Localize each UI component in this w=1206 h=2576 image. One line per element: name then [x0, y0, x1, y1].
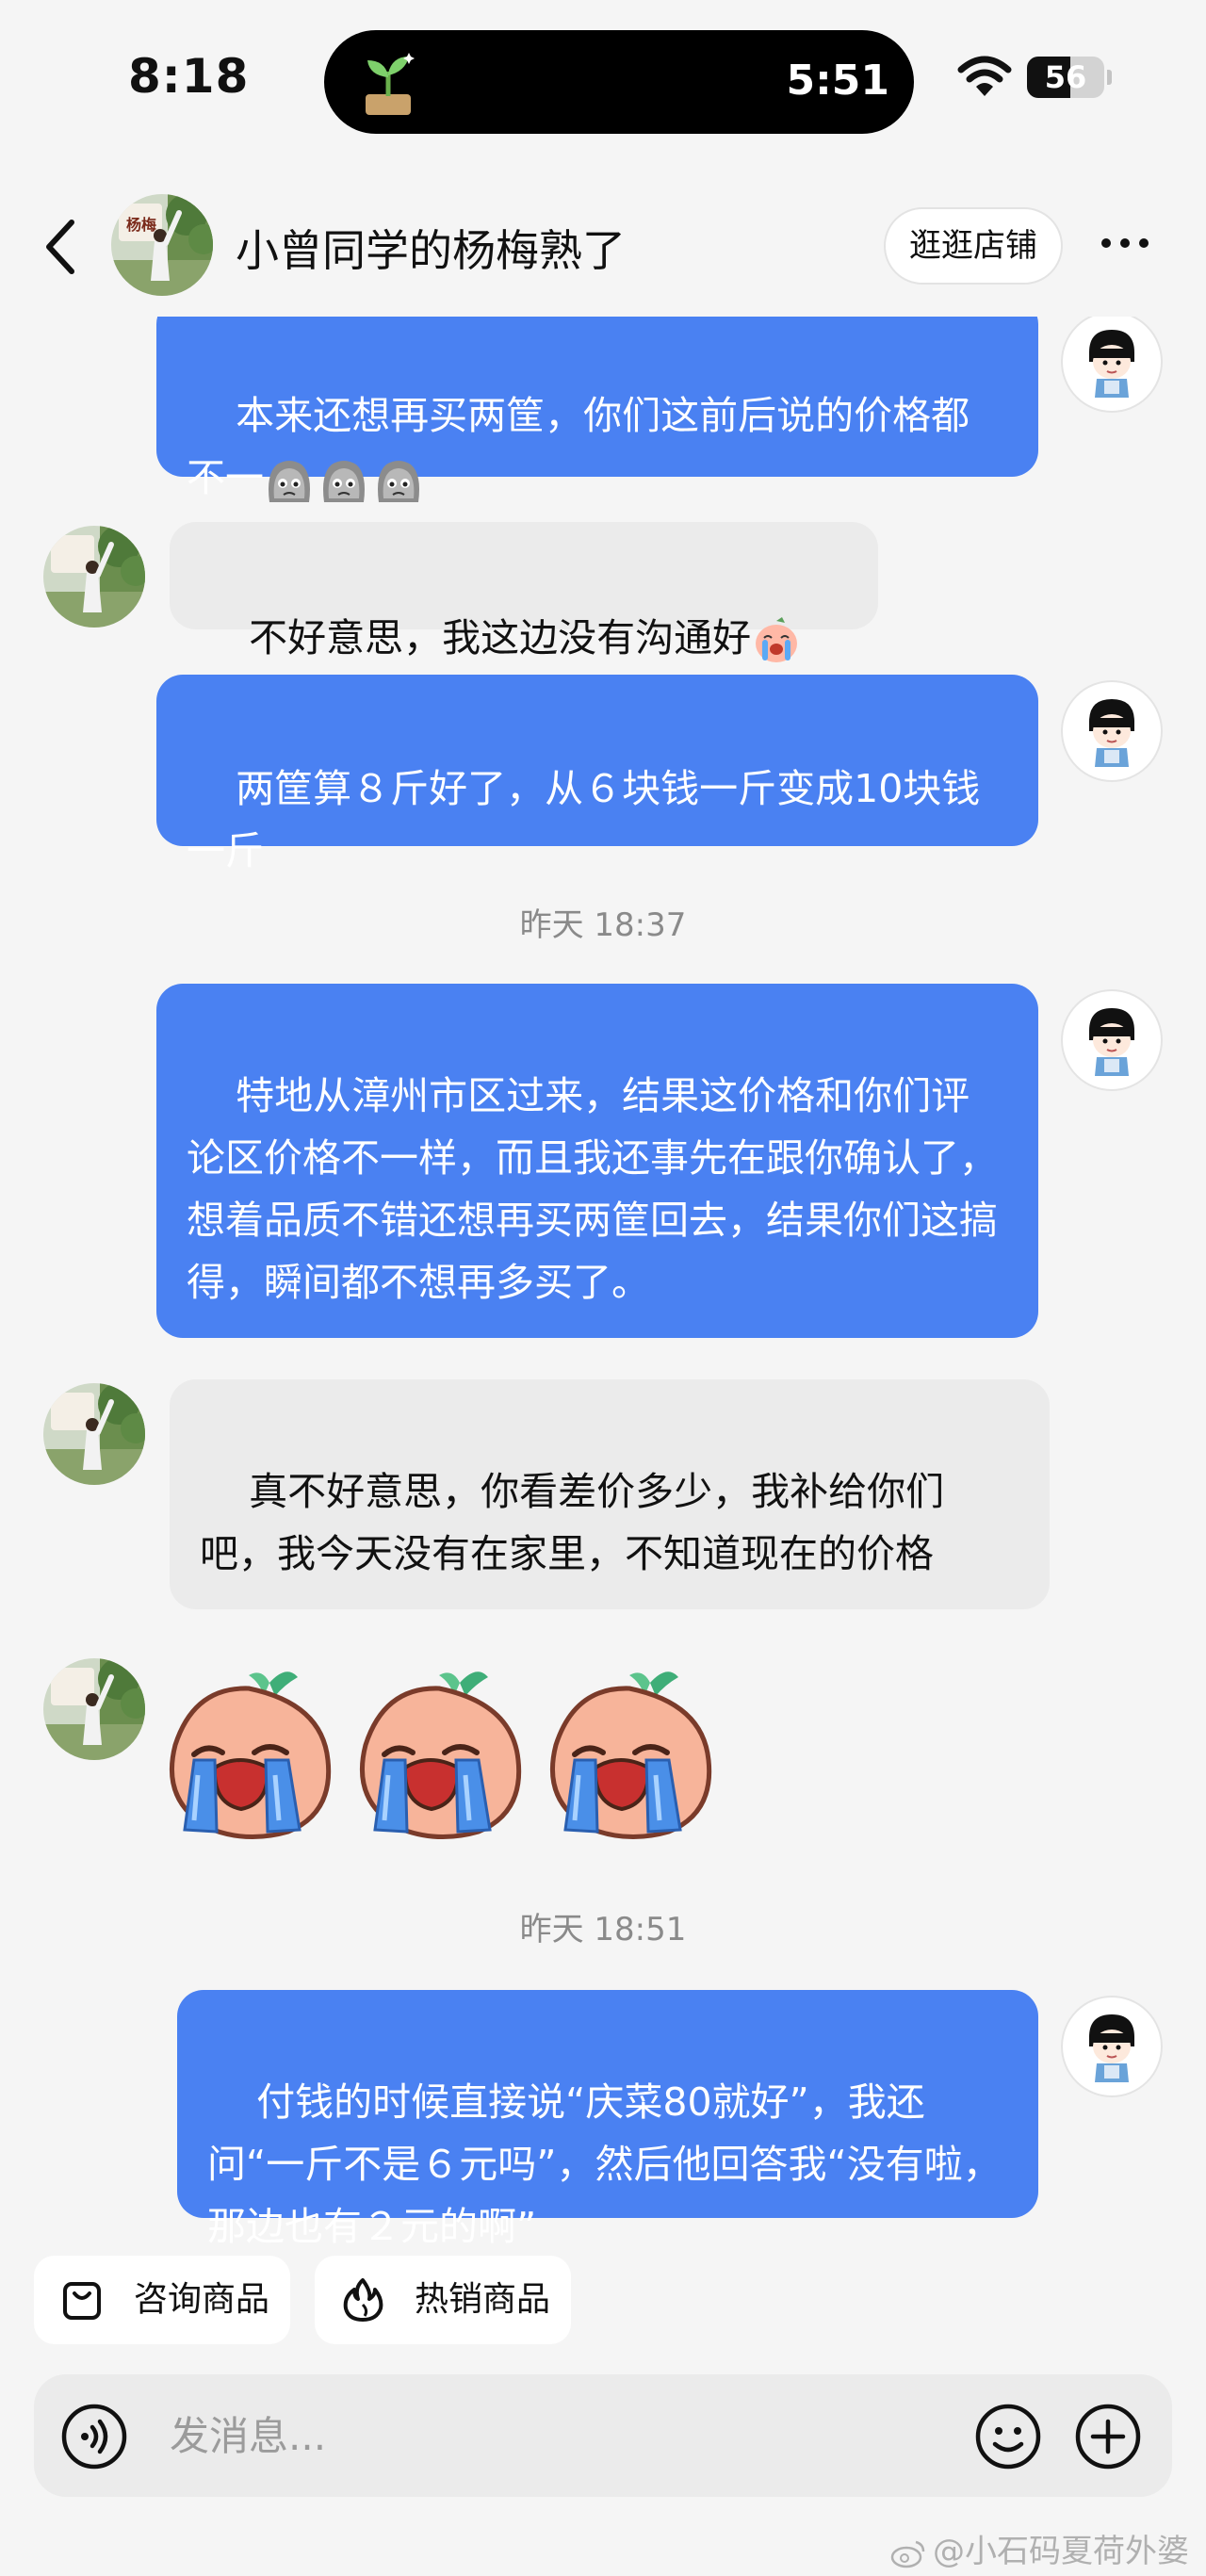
avatar-logo-text: 杨梅	[126, 216, 156, 234]
plant-icon	[366, 53, 415, 115]
status-bar: 8:18 5:51 56	[0, 0, 1206, 160]
island-time: 5:51	[786, 57, 889, 105]
crying-peach-sticker[interactable]	[347, 1662, 531, 1843]
message-text: 付钱的时候直接说“庆菜80就好”，我还问“一斤不是６元吗”，然后他回答我“没有啦…	[207, 2079, 1002, 2248]
weibo-logo-icon	[890, 2540, 925, 2568]
emoji-icon[interactable]	[974, 2403, 1042, 2470]
user-avatar[interactable]	[1061, 1996, 1163, 2097]
more-options-icon[interactable]	[1097, 232, 1153, 254]
message-input[interactable]	[170, 2395, 886, 2476]
shop-avatar[interactable]	[43, 526, 145, 628]
dynamic-island: 5:51	[324, 30, 914, 134]
message-bubble-incoming[interactable]: 真不好意思，你看差价多少，我补给你们吧，我今天没有在家里，不知道现在的价格	[170, 1379, 1050, 1609]
message-bubble-incoming[interactable]: 不好意思，我这边没有沟通好	[170, 522, 878, 629]
user-avatar[interactable]	[1061, 317, 1163, 413]
message-text: 真不好意思，你看差价多少，我补给你们吧，我今天没有在家里，不知道现在的价格	[200, 1469, 945, 1576]
message-text: 特地从漳州市区过来，结果这价格和你们评论区价格不一样，而且我还事先在跟你确认了，…	[187, 1073, 998, 1305]
message-bubble-outgoing[interactable]: 特地从漳州市区过来，结果这价格和你们评论区价格不一样，而且我还事先在跟你确认了，…	[156, 984, 1038, 1338]
sad-face-emoji	[318, 455, 369, 506]
message-text: 两筐算８斤好了，从６块钱一斤变成10块钱一斤	[187, 766, 981, 873]
battery-indicator: 56	[1027, 57, 1112, 98]
crying-peach-sticker[interactable]	[156, 1662, 341, 1843]
battery-body: 56	[1027, 57, 1104, 98]
hot-products-button[interactable]: 热销商品	[315, 2256, 571, 2344]
crying-face-emoji	[751, 615, 802, 666]
user-avatar[interactable]	[1061, 680, 1163, 782]
watermark-text: @小石码夏荷外婆	[933, 2533, 1189, 2570]
voice-icon[interactable]	[60, 2403, 128, 2470]
message-input-bar	[34, 2374, 1172, 2497]
watermark: @小石码夏荷外婆	[889, 2525, 1189, 2571]
sad-face-emoji	[264, 455, 315, 506]
shop-avatar[interactable]	[43, 1383, 145, 1485]
message-list[interactable]: 本来还想再买两筐，你们这前后说的价格都不一 不好意思，我这边没有沟通好 两筐算８…	[0, 317, 1206, 2248]
shop-avatar[interactable]	[43, 1658, 145, 1760]
shopping-bag-icon	[63, 2282, 101, 2320]
battery-level: 56	[1044, 59, 1087, 95]
message-text: 不好意思，我这边没有沟通好	[249, 615, 752, 660]
timestamp: 昨天 18:37	[519, 906, 687, 944]
shop-avatar[interactable]: 杨梅	[111, 194, 213, 296]
wifi-icon	[957, 56, 1012, 96]
user-avatar[interactable]	[1061, 989, 1163, 1091]
plus-icon[interactable]	[1074, 2403, 1142, 2470]
shop-avatar-image: 杨梅	[111, 194, 213, 296]
message-bubble-outgoing[interactable]: 付钱的时候直接说“庆菜80就好”，我还问“一斤不是６元吗”，然后他回答我“没有啦…	[177, 1990, 1038, 2248]
browse-shop-button[interactable]: 逛逛店铺	[884, 207, 1063, 285]
crying-peach-sticker[interactable]	[537, 1662, 722, 1843]
message-bubble-outgoing[interactable]: 两筐算８斤好了，从６块钱一斤变成10块钱一斤	[156, 675, 1038, 873]
chat-header: 杨梅 小曾同学的杨梅熟了 逛逛店铺	[0, 175, 1206, 317]
back-arrow-icon[interactable]	[41, 217, 79, 277]
battery-cap	[1107, 70, 1112, 85]
consult-product-button[interactable]: 咨询商品	[34, 2256, 290, 2344]
flame-icon	[343, 2278, 383, 2322]
sad-face-emoji	[373, 455, 424, 506]
timestamp: 昨天 18:51	[519, 1911, 687, 1948]
chat-title: 小曾同学的杨梅熟了	[236, 225, 626, 276]
status-time: 8:18	[128, 49, 250, 104]
message-bubble-outgoing[interactable]: 本来还想再买两筐，你们这前后说的价格都不一	[156, 317, 1038, 477]
quick-action-label: 热销商品	[415, 2280, 551, 2319]
quick-action-label: 咨询商品	[134, 2280, 270, 2319]
